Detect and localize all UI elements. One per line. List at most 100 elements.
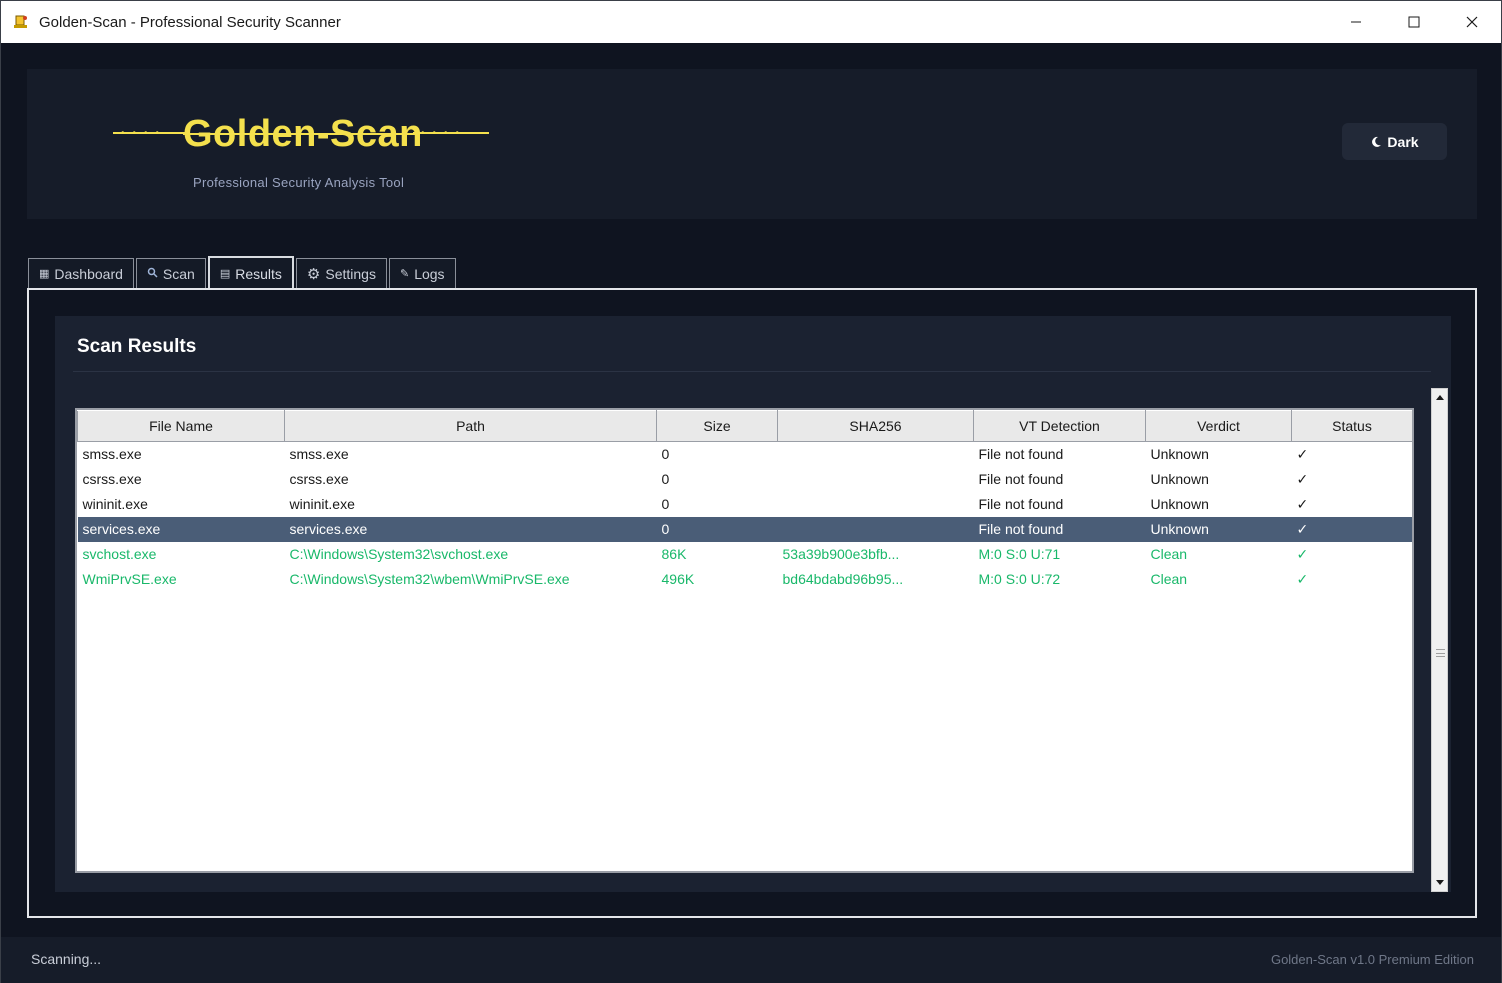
cell-sha256: bd64bdabd96b95... xyxy=(782,571,904,587)
cell-path: wininit.exe xyxy=(289,496,355,512)
tab-bar: ▦ Dashboard Scan ▤ Results ⚙ Settings ✎ … xyxy=(28,256,458,289)
cell-file-name: smss.exe xyxy=(82,446,142,463)
cell-sha256 xyxy=(778,467,974,492)
theme-toggle-label: Dark xyxy=(1387,133,1419,150)
cell-vt-detection: File not found xyxy=(978,496,1064,512)
table-row[interactable]: smss.exe smss.exe 0 File not found Unkno… xyxy=(78,442,1413,467)
theme-toggle-button[interactable]: Dark xyxy=(1342,123,1447,160)
cell-file-name: csrss.exe xyxy=(82,471,142,487)
title-bar: Golden-Scan - Professional Security Scan… xyxy=(1,1,1501,43)
tab-label: Settings xyxy=(325,265,376,282)
cell-sha256 xyxy=(778,492,974,517)
arrow-up-icon xyxy=(1435,395,1444,400)
cell-verdict: Clean xyxy=(1150,571,1188,587)
cell-status: ✓ xyxy=(1296,570,1309,587)
column-header-verdict[interactable]: Verdict xyxy=(1145,410,1292,442)
app-subtitle: Professional Security Analysis Tool xyxy=(193,175,405,190)
cell-path: services.exe xyxy=(284,516,657,542)
table-row[interactable]: csrss.exe csrss.exe 0 File not found Unk… xyxy=(78,467,1413,492)
maximize-icon xyxy=(1408,16,1420,28)
cell-sha256: 53a39b900e3bfb... xyxy=(782,546,900,562)
cell-size: 0 xyxy=(656,516,778,542)
column-header-status[interactable]: Status xyxy=(1291,410,1412,442)
results-table-container: File Name Path Size SHA256 VT Detection … xyxy=(75,408,1414,873)
status-bar: Scanning... Golden-Scan v1.0 Premium Edi… xyxy=(1,937,1501,983)
status-text: Scanning... xyxy=(31,951,102,967)
minimize-icon xyxy=(1351,21,1361,23)
tab-scan[interactable]: Scan xyxy=(135,258,206,288)
minimize-button[interactable] xyxy=(1327,1,1385,43)
moon-icon xyxy=(1372,136,1382,147)
maximize-button[interactable] xyxy=(1385,1,1443,43)
results-panel: Scan Results File Name Path Size SHA256 … xyxy=(27,288,1477,918)
cell-sha256 xyxy=(778,442,974,467)
cell-verdict: Unknown xyxy=(1145,516,1292,542)
cell-path: smss.exe xyxy=(289,446,349,463)
cell-size: 496K xyxy=(661,571,695,587)
cell-path: C:\Windows\System32\wbem\WmiPrvSE.exe xyxy=(289,571,570,587)
gear-icon: ⚙ xyxy=(306,265,321,283)
scroll-grip-icon xyxy=(1436,649,1445,657)
cell-vt-detection: File not found xyxy=(978,471,1064,487)
tab-settings[interactable]: ⚙ Settings xyxy=(295,258,387,288)
close-button[interactable] xyxy=(1443,1,1501,43)
app-icon xyxy=(14,15,27,28)
cell-vt-detection: File not found xyxy=(973,516,1146,542)
cell-path: csrss.exe xyxy=(289,471,349,487)
column-header-size[interactable]: Size xyxy=(656,410,778,442)
cell-file-name: services.exe xyxy=(77,516,285,542)
arrow-down-icon xyxy=(1435,880,1444,885)
tab-label: Dashboard xyxy=(54,265,123,282)
table-header-row: File Name Path Size SHA256 VT Detection … xyxy=(77,410,1412,442)
tab-dashboard[interactable]: ▦ Dashboard xyxy=(28,258,134,288)
cell-status: ✓ xyxy=(1296,495,1309,512)
results-card: Scan Results File Name Path Size SHA256 … xyxy=(55,316,1451,892)
results-table: File Name Path Size SHA256 VT Detection … xyxy=(77,410,1413,592)
scroll-down-button[interactable] xyxy=(1432,874,1447,891)
results-title: Scan Results xyxy=(77,336,197,357)
column-header-sha256[interactable]: SHA256 xyxy=(777,410,974,442)
cell-status: ✓ xyxy=(1296,445,1309,462)
cell-size: 0 xyxy=(661,446,670,463)
cell-sha256 xyxy=(777,516,974,542)
cell-verdict: Clean xyxy=(1150,546,1188,562)
column-header-path[interactable]: Path xyxy=(284,410,657,442)
close-icon xyxy=(1466,16,1478,28)
cell-status: ✓ xyxy=(1291,516,1412,542)
cell-vt-detection: M:0 S:0 U:72 xyxy=(978,571,1061,587)
cell-vt-detection: M:0 S:0 U:71 xyxy=(978,546,1061,562)
cell-file-name: wininit.exe xyxy=(82,496,148,512)
table-row-clean[interactable]: WmiPrvSE.exe C:\Windows\System32\wbem\Wm… xyxy=(78,567,1413,592)
tab-label: Scan xyxy=(162,265,195,282)
scroll-thumb[interactable] xyxy=(1433,406,1446,874)
version-text: Golden-Scan v1.0 Premium Edition xyxy=(1270,952,1474,967)
cell-file-name: svchost.exe xyxy=(82,546,157,562)
logo-dots-left: •••• xyxy=(121,128,168,139)
cell-verdict: Unknown xyxy=(1150,446,1209,463)
tab-results[interactable]: ▤ Results xyxy=(207,256,294,289)
tab-logs[interactable]: ✎ Logs xyxy=(388,258,456,288)
client-area: •••• •••• Golden-Scan Professional Secur… xyxy=(1,43,1501,983)
column-header-file-name[interactable]: File Name xyxy=(77,410,285,442)
cell-verdict: Unknown xyxy=(1150,471,1209,487)
table-row[interactable]: wininit.exe wininit.exe 0 File not found… xyxy=(78,492,1413,517)
logo: •••• •••• Golden-Scan xyxy=(113,109,493,169)
cell-status: ✓ xyxy=(1296,545,1309,562)
table-row-selected[interactable]: services.exe services.exe 0 File not fou… xyxy=(77,516,1412,542)
tab-label: Results xyxy=(235,265,282,282)
divider xyxy=(73,371,1431,372)
app-header: •••• •••• Golden-Scan Professional Secur… xyxy=(27,69,1477,219)
cell-size: 0 xyxy=(661,471,670,487)
log-icon: ✎ xyxy=(399,268,410,280)
cell-status: ✓ xyxy=(1296,470,1309,487)
table-row-clean[interactable]: svchost.exe C:\Windows\System32\svchost.… xyxy=(78,542,1413,567)
window-title: Golden-Scan - Professional Security Scan… xyxy=(39,14,341,31)
scroll-up-button[interactable] xyxy=(1432,389,1447,406)
cell-size: 86K xyxy=(661,546,687,562)
cell-size: 0 xyxy=(661,496,670,512)
cell-verdict: Unknown xyxy=(1150,496,1209,512)
search-icon xyxy=(147,267,158,281)
vertical-scrollbar[interactable] xyxy=(1431,388,1448,892)
column-header-vt-detection[interactable]: VT Detection xyxy=(973,410,1146,442)
tab-label: Logs xyxy=(414,265,445,282)
